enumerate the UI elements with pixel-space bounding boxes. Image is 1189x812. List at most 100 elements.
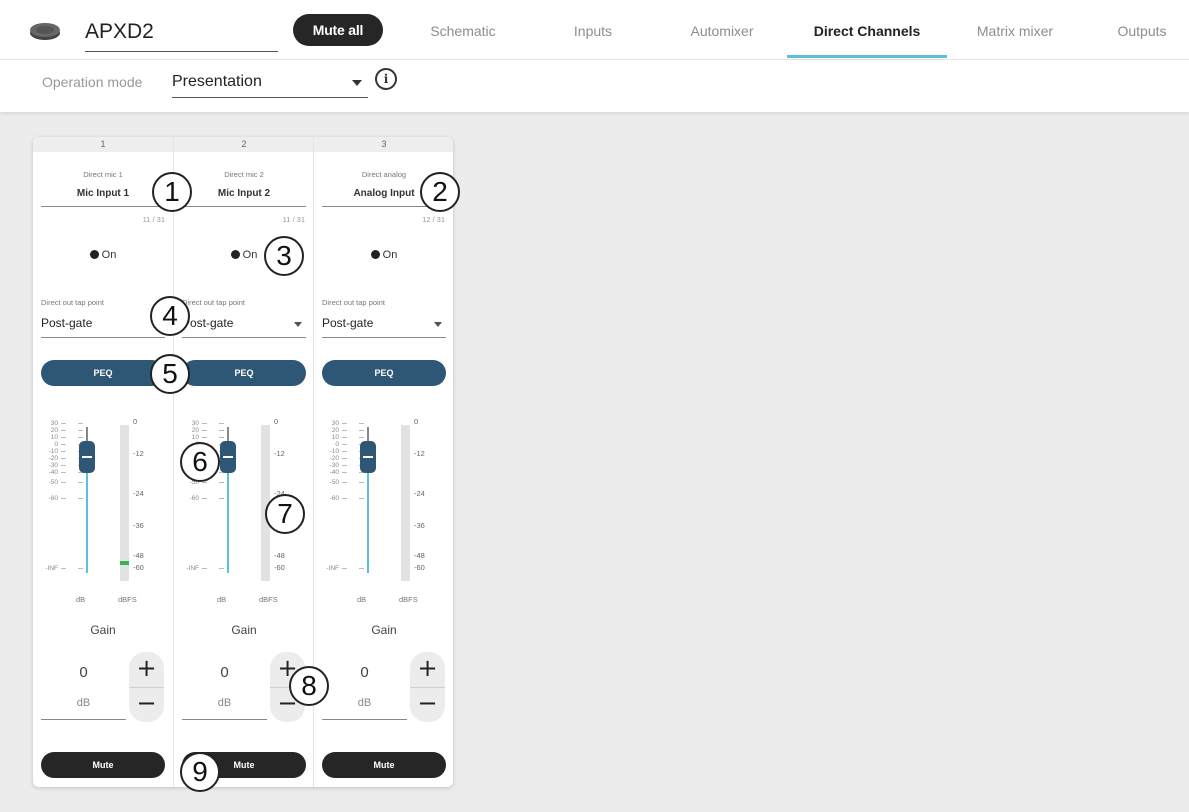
meter-scale-label: -60 <box>274 563 285 572</box>
callout-8: 8 <box>289 666 329 706</box>
gain-unit: dB <box>76 697 91 709</box>
tab-direct-channels[interactable]: Direct Channels <box>787 0 947 60</box>
tap-point-label: Direct out tap point <box>41 298 104 307</box>
plus-icon[interactable]: + <box>129 652 164 687</box>
fader-handle[interactable] <box>360 441 376 473</box>
fader-tick <box>342 465 347 466</box>
fader-scale-label: 30 <box>331 420 339 427</box>
operation-mode-bar: Operation mode Presentation i <box>0 60 1189 112</box>
mute-all-button[interactable]: Mute all <box>293 14 383 46</box>
operation-mode-label: Operation mode <box>42 74 143 90</box>
mute-button[interactable]: Mute <box>322 752 446 778</box>
gain-value: 0 <box>79 664 88 681</box>
tab-automixer[interactable]: Automixer <box>672 0 772 60</box>
plus-icon[interactable]: + <box>410 652 445 687</box>
minus-icon[interactable]: − <box>129 687 164 722</box>
gain-input[interactable]: 0 dB <box>322 652 407 720</box>
level-meter <box>401 425 410 581</box>
name-char-count: 11 / 31 <box>282 215 305 224</box>
device-name-field[interactable]: APXD2 <box>85 12 278 52</box>
fader-scale-label: -50 <box>329 479 339 486</box>
operation-mode-value: Presentation <box>172 73 262 90</box>
channel-on-toggle[interactable]: On <box>314 249 453 261</box>
tap-point-select[interactable]: Post-gate <box>182 312 306 338</box>
mute-button[interactable]: Mute <box>41 752 165 778</box>
tap-point-select[interactable]: Post-gate <box>41 312 165 338</box>
callout-5: 5 <box>150 354 190 394</box>
status-dot-icon <box>370 250 380 259</box>
fader-handle[interactable] <box>79 441 95 473</box>
gain-label: Gain <box>371 623 397 637</box>
fader-scale-label: -10 <box>48 448 58 455</box>
minus-icon[interactable]: − <box>410 687 445 722</box>
fader-track-fill <box>227 473 229 573</box>
fader-tick <box>61 423 66 424</box>
fader-tick <box>219 437 224 438</box>
fader-tick <box>61 472 66 473</box>
fader-scale-label: -50 <box>48 479 58 486</box>
tap-point-select[interactable]: Post-gate <box>322 312 446 338</box>
fader-scale-label: -20 <box>329 455 339 462</box>
level-meter <box>120 425 129 581</box>
fader-tick <box>78 437 83 438</box>
tap-point-label: Direct out tap point <box>322 298 385 307</box>
fader-tick <box>61 444 66 445</box>
caret-down-icon <box>294 322 302 327</box>
gain-value: 0 <box>360 664 369 681</box>
meter-scale-label: 0 <box>414 417 419 426</box>
fader-tick <box>202 482 207 483</box>
gain-input[interactable]: 0 dB <box>41 652 126 720</box>
fader-scale: 3020100-10-20-30-40 -50 -60 -INF <box>315 417 339 597</box>
fader-tick <box>219 482 224 483</box>
gain-stepper: + − <box>410 652 445 722</box>
peq-button[interactable]: PEQ <box>182 360 306 386</box>
fader-tick <box>61 568 66 569</box>
fader-scale: 3020100-10-20-30-40 -50 -60 -INF <box>34 417 58 597</box>
fader-tick <box>342 498 347 499</box>
fader-scale-label: -60 <box>189 495 199 502</box>
tab-matrix-mixer[interactable]: Matrix mixer <box>960 0 1070 60</box>
channel-name-field[interactable]: Mic Input 2 <box>182 184 306 207</box>
fader-tick <box>359 482 364 483</box>
status-dot-icon <box>230 250 240 259</box>
fader-tick <box>78 482 83 483</box>
tab-schematic[interactable]: Schematic <box>412 0 514 60</box>
meter-scale-label: 0 <box>133 417 138 426</box>
tab-outputs[interactable]: Outputs <box>1100 0 1184 60</box>
fader-tick <box>202 430 207 431</box>
meter-scale-label: -24 <box>414 489 425 498</box>
fader-scale-label: -INF <box>186 565 199 572</box>
fader-tick <box>342 430 347 431</box>
callout-7: 7 <box>265 494 305 534</box>
fader-handle[interactable] <box>220 441 236 473</box>
meter-scale-label: -12 <box>133 449 144 458</box>
fader-scale-label: 20 <box>50 427 58 434</box>
channel-name-field[interactable]: Mic Input 1 <box>41 184 165 207</box>
peq-button[interactable]: PEQ <box>322 360 446 386</box>
channel-on-label: On <box>101 249 117 261</box>
operation-mode-select[interactable]: Presentation <box>172 68 368 98</box>
fader-tick <box>78 423 83 424</box>
fader-track-fill <box>86 473 88 573</box>
name-char-count: 11 / 31 <box>142 215 165 224</box>
meter-scale-label: -60 <box>414 563 425 572</box>
gain-unit: dB <box>217 697 232 709</box>
callout-2: 2 <box>420 172 460 212</box>
channel-number: 2 <box>174 137 314 152</box>
tap-point-value: Post-gate <box>322 316 374 330</box>
channel-on-label: On <box>382 249 398 261</box>
fader-tick <box>342 568 347 569</box>
info-icon[interactable]: i <box>375 68 397 90</box>
fader-scale-label: -30 <box>329 462 339 469</box>
gain-label: Gain <box>231 623 257 637</box>
gain-input[interactable]: 0 dB <box>182 652 267 720</box>
channel-on-toggle[interactable]: On <box>33 249 173 261</box>
fader-tick <box>61 430 66 431</box>
meter-scale-label: -48 <box>274 551 285 560</box>
meter-scale-label: -60 <box>133 563 144 572</box>
fader-scale-label: -40 <box>48 469 58 476</box>
fader-tick <box>219 423 224 424</box>
fader-tick <box>219 498 224 499</box>
tab-inputs[interactable]: Inputs <box>550 0 636 60</box>
peq-button[interactable]: PEQ <box>41 360 165 386</box>
